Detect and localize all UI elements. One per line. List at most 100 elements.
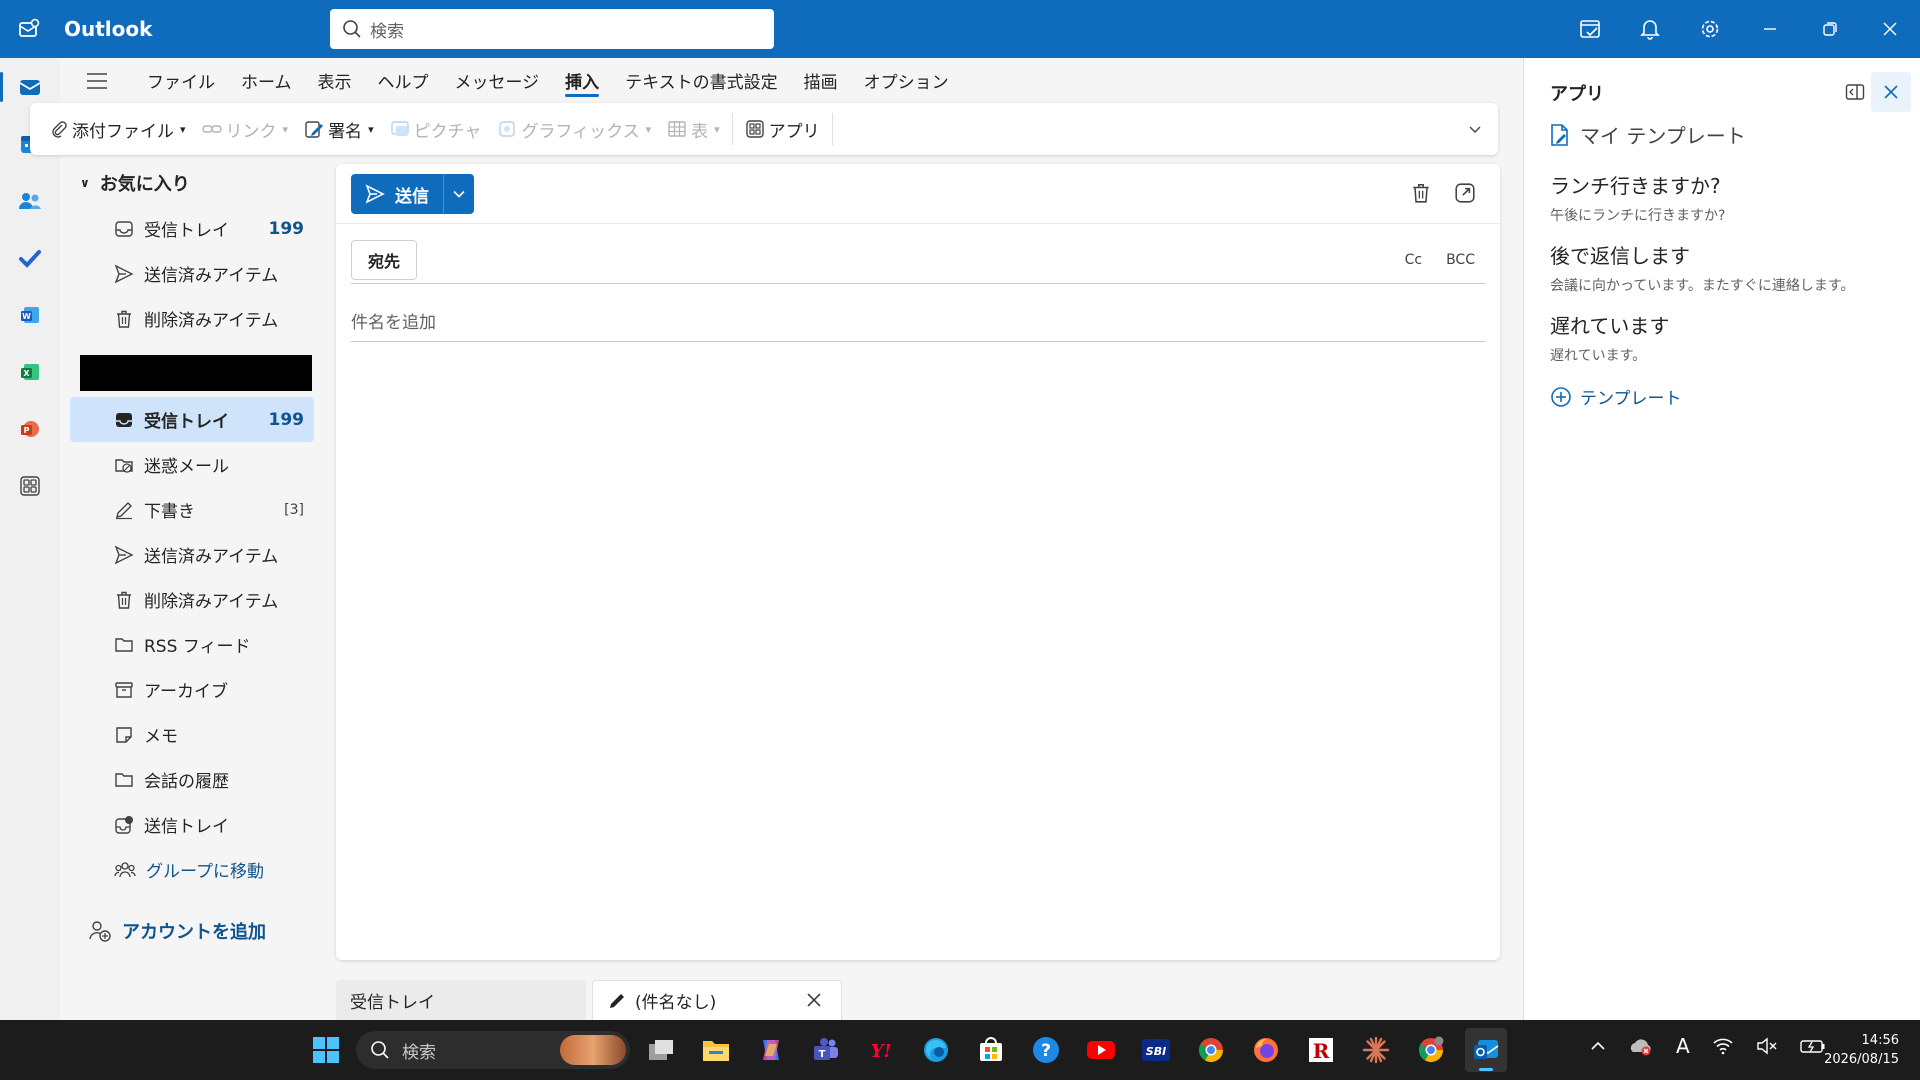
favorites-header[interactable]: ∨ お気に入り [60,160,324,206]
to-button[interactable]: 宛先 [351,240,417,280]
wifi-icon[interactable] [1712,1037,1734,1055]
send-options-dropdown[interactable] [444,174,474,214]
tab-draw[interactable]: 描画 [791,58,851,103]
close-draft-tab-button[interactable] [805,991,831,1014]
tab-options[interactable]: オプション [851,58,962,103]
bcc-button[interactable]: BCC [1446,252,1475,268]
folder-archive[interactable]: アーカイブ [70,667,314,712]
claude-button[interactable] [1355,1028,1397,1072]
expand-ribbon-button[interactable] [1468,119,1482,139]
youtube-button[interactable] [1080,1028,1122,1072]
table-button[interactable]: 表 ▾ [659,111,728,147]
outlook-icon [1474,1040,1499,1059]
tab-insert[interactable]: 挿入 [552,58,612,103]
fav-folder-deleted[interactable]: 削除済みアイテム [70,296,314,341]
yahoo-button[interactable]: Y! [860,1028,902,1072]
edge-icon [924,1038,948,1062]
dock-pane-button[interactable] [1835,72,1875,112]
template-item[interactable]: 後で返信します 会議に向かっています。またすぐに連絡します。 [1550,240,1855,295]
tab-file[interactable]: ファイル [134,58,228,103]
pencil-icon [116,501,132,519]
signature-button[interactable]: 署名 ▾ [296,111,382,147]
teams-button[interactable]: T [805,1028,847,1072]
add-account-button[interactable]: アカウントを追加 [60,906,324,956]
file-explorer-button[interactable] [695,1028,737,1072]
folder-deleted[interactable]: 削除済みアイテム [70,577,314,622]
tab-view[interactable]: 表示 [305,58,365,103]
ime-indicator[interactable]: A [1676,1034,1690,1058]
start-button[interactable] [306,1030,346,1070]
folder-sent[interactable]: 送信済みアイテム [70,532,314,577]
rail-more-apps[interactable] [0,457,60,514]
fav-folder-inbox[interactable]: 受信トレイ 199 [70,206,314,251]
folder-rss[interactable]: RSS フィード [70,622,314,667]
graphics-button[interactable]: グラフィックス ▾ [489,111,659,147]
rail-powerpoint[interactable]: P [0,400,60,457]
task-view-button[interactable] [640,1028,682,1072]
folder-drafts[interactable]: 下書き [3] [70,487,314,532]
outlook-taskbar-button[interactable] [1465,1028,1507,1072]
template-item[interactable]: 遅れています 遅れています。 [1550,310,1669,365]
rail-todo[interactable] [0,229,60,286]
picture-button[interactable]: ピクチャ [382,111,490,147]
chrome-profile-button[interactable] [1410,1028,1452,1072]
to-field[interactable]: 宛先 Cc BCC [351,240,1485,284]
apps-button[interactable]: アプリ [737,111,828,147]
template-item[interactable]: ランチ行きますか? 午後にランチに行きますか? [1550,170,1725,225]
archive-icon [115,681,133,698]
copilot-button[interactable] [750,1028,792,1072]
folder-notes[interactable]: メモ [70,712,314,757]
help-button[interactable]: ? [1025,1028,1067,1072]
sbi-button[interactable]: SBI [1135,1028,1177,1072]
send-button[interactable]: 送信 [351,174,444,214]
close-apps-pane-button[interactable] [1871,72,1911,112]
chevron-up-icon[interactable] [1590,1040,1606,1052]
rail-word[interactable]: W [0,286,60,343]
fav-folder-sent[interactable]: 送信済みアイテム [70,251,314,296]
folder-outbox[interactable]: 送信トレイ [70,802,314,847]
template-title: 遅れています [1550,314,1670,338]
folder-junk[interactable]: 迷惑メール [70,442,314,487]
edge-button[interactable] [915,1028,957,1072]
attach-file-button[interactable]: 添付ファイル ▾ [42,111,194,147]
rakuten-button[interactable]: R [1300,1028,1342,1072]
item-tab-inbox[interactable]: 受信トレイ [336,980,586,1020]
tab-message[interactable]: メッセージ [442,58,553,103]
link-button[interactable]: リンク ▾ [194,111,297,147]
onedrive-icon[interactable] [1628,1036,1654,1056]
minimize-button[interactable] [1740,0,1800,58]
speaker-muted-icon[interactable] [1756,1037,1778,1055]
search-input[interactable]: 検索 [330,9,774,49]
folder-inbox[interactable]: 受信トレイ 199 [70,397,314,442]
settings-button[interactable] [1680,0,1740,58]
folder-conversation-history[interactable]: 会話の履歴 [70,757,314,802]
cc-button[interactable]: Cc [1405,252,1422,268]
chrome-button[interactable] [1190,1028,1232,1072]
firefox-button[interactable] [1245,1028,1287,1072]
picture-icon [390,121,409,136]
send-icon [365,184,385,204]
discard-button[interactable] [1410,182,1432,209]
microsoft-store-button[interactable] [970,1028,1012,1072]
item-tab-draft[interactable]: (件名なし) [592,980,842,1020]
account-name-redacted[interactable] [80,355,312,391]
close-window-button[interactable] [1860,0,1920,58]
taskbar-clock[interactable]: 14:56 2026/08/15 [1815,1031,1899,1069]
subject-input[interactable]: 件名を追加 [351,302,1485,342]
go-to-groups-link[interactable]: グループに移動 [70,847,314,892]
rail-people[interactable] [0,172,60,229]
tab-format-text[interactable]: テキストの書式設定 [612,58,791,103]
add-template-button[interactable]: テンプレート [1550,384,1682,409]
restore-button[interactable] [1800,0,1860,58]
table-icon [668,121,686,137]
notifications-button[interactable] [1620,0,1680,58]
pop-out-button[interactable] [1454,182,1476,209]
toolbar-divider [831,113,833,145]
my-day-button[interactable] [1560,0,1620,58]
trash-icon [1413,183,1429,203]
rail-excel[interactable]: X [0,343,60,400]
nav-toggle-button[interactable] [60,72,134,90]
tab-help[interactable]: ヘルプ [365,58,442,103]
taskbar-search-box[interactable]: 検索 [356,1031,630,1069]
tab-home[interactable]: ホーム [228,58,305,103]
